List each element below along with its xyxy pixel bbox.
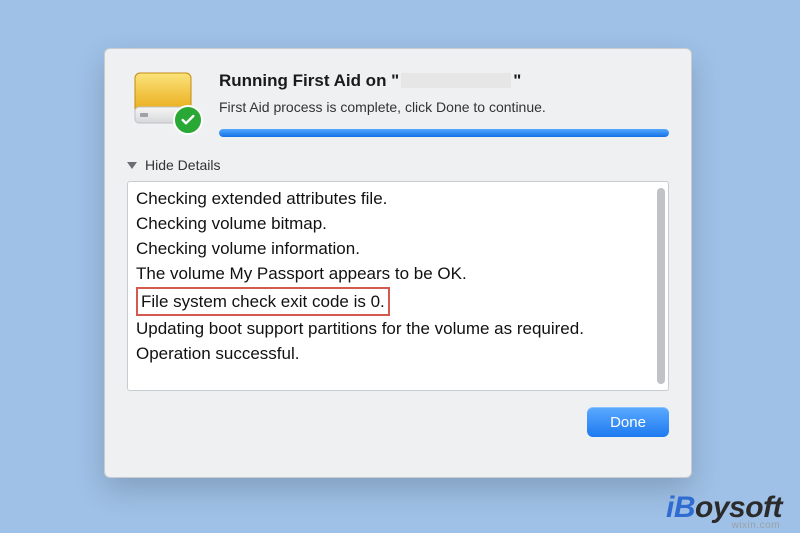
disk-icon xyxy=(127,69,199,133)
redacted-volume-name xyxy=(401,73,511,88)
progress-track xyxy=(219,129,669,137)
log-line: Checking extended attributes file. xyxy=(136,186,650,211)
watermark-logo: iBoysoft xyxy=(666,493,782,523)
title-prefix: Running First Aid on " xyxy=(219,71,399,90)
log-line: Operation successful. xyxy=(136,341,650,366)
first-aid-dialog: Running First Aid on " " First Aid proces… xyxy=(104,48,692,478)
success-check-icon xyxy=(173,105,203,135)
watermark-sub: wixin.com xyxy=(732,520,780,531)
dialog-title: Running First Aid on " " xyxy=(219,71,669,91)
progress-bar xyxy=(219,129,669,137)
toggle-details-label: Hide Details xyxy=(145,157,220,173)
dialog-subtitle: First Aid process is complete, click Don… xyxy=(219,99,669,115)
scrollbar-thumb[interactable] xyxy=(657,188,665,384)
highlighted-log-line: File system check exit code is 0. xyxy=(136,287,390,316)
done-button[interactable]: Done xyxy=(587,407,669,437)
dialog-header: Running First Aid on " " First Aid proces… xyxy=(127,69,669,137)
log-output[interactable]: Checking extended attributes file.Checki… xyxy=(127,181,669,391)
log-line: Checking volume information. xyxy=(136,236,650,261)
title-suffix: " xyxy=(513,71,521,90)
toggle-details[interactable]: Hide Details xyxy=(127,157,669,173)
log-line: File system check exit code is 0. xyxy=(136,287,650,316)
log-line: Checking volume bitmap. xyxy=(136,211,650,236)
disclosure-triangle-icon xyxy=(127,162,137,169)
log-line: The volume My Passport appears to be OK. xyxy=(136,261,650,286)
dialog-footer: Done xyxy=(127,407,669,437)
log-line: Updating boot support partitions for the… xyxy=(136,316,650,341)
scrollbar-vertical[interactable] xyxy=(657,188,665,384)
